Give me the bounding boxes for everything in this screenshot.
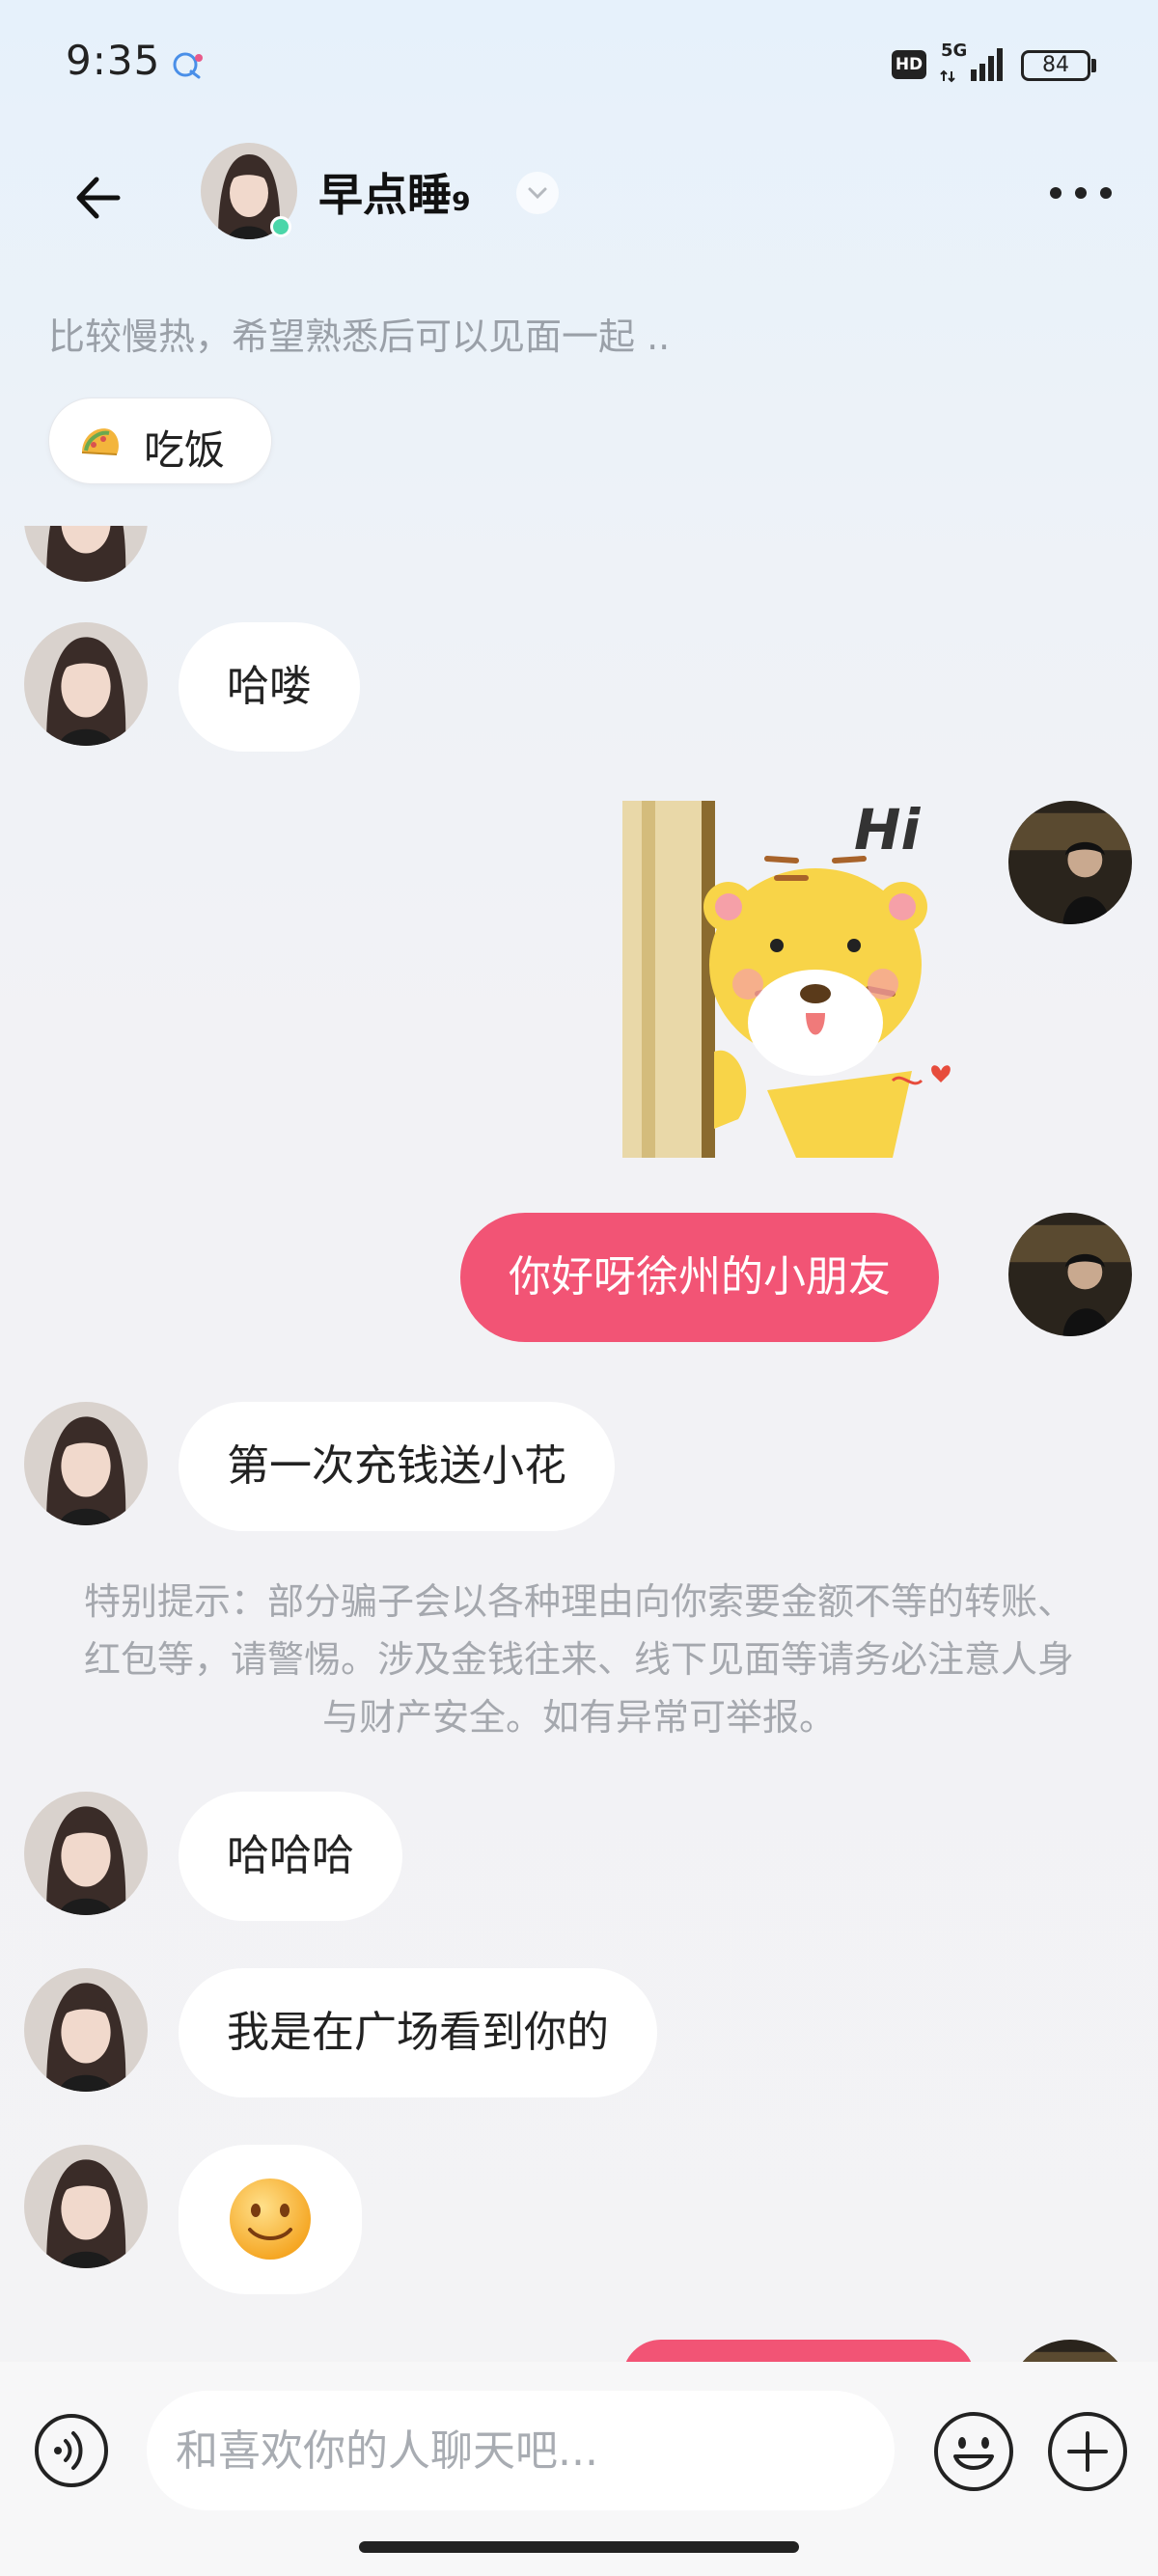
interest-tag-label: 吃饭 xyxy=(144,426,226,474)
contact-avatar-small[interactable] xyxy=(24,1402,148,1525)
contact-avatar-small[interactable] xyxy=(24,622,148,746)
signal-icon xyxy=(940,48,1003,83)
interest-tag[interactable]: 吃饭 xyxy=(48,397,272,484)
sticker-hi-text: Hi xyxy=(854,801,922,863)
taco-icon xyxy=(81,428,119,455)
contact-avatar-small[interactable] xyxy=(24,526,148,582)
status-time: 9:35 xyxy=(66,37,161,84)
message-bubble-incoming[interactable]: 第一次充钱送小花 xyxy=(179,1402,615,1531)
smile-icon xyxy=(230,2179,311,2260)
online-status-dot xyxy=(270,216,291,237)
status-bar: 9:35 HD 5G 84 xyxy=(0,0,1158,135)
message-list[interactable]: 哈喽 Hi 你好呀徐州的小朋友 第一次充钱送小花 特别提示：部分骗子会以各种理由… xyxy=(0,526,1158,2364)
profile-note: 比较慢热，希望熟悉后可以见面一起 .. xyxy=(48,315,671,358)
message-bubble-outgoing-partial[interactable] xyxy=(622,2340,975,2364)
message-notification-icon xyxy=(173,52,203,79)
hd-badge: HD xyxy=(892,50,926,79)
battery-indicator: 84 xyxy=(1021,50,1090,81)
back-arrow-icon[interactable] xyxy=(68,164,135,232)
add-attachment-icon[interactable] xyxy=(1046,2410,1129,2493)
message-bubble-incoming[interactable]: 我是在广场看到你的 xyxy=(179,1968,657,2097)
contact-avatar-small[interactable] xyxy=(24,2145,148,2268)
battery-cap xyxy=(1091,59,1096,72)
message-bubble-outgoing[interactable]: 你好呀徐州的小朋友 xyxy=(460,1213,939,1342)
contact-name[interactable]: 早点睡₉ xyxy=(318,160,471,224)
emoji-picker-icon[interactable] xyxy=(932,2410,1015,2493)
hi-sticker[interactable]: Hi xyxy=(622,801,970,1158)
home-indicator[interactable] xyxy=(359,2541,799,2553)
contact-avatar-small[interactable] xyxy=(24,1968,148,2092)
message-bubble-incoming[interactable]: 哈哈哈 xyxy=(179,1792,402,1921)
message-bubble-incoming[interactable]: 哈喽 xyxy=(179,622,360,752)
battery-level: 84 xyxy=(1042,53,1069,77)
contact-avatar-small[interactable] xyxy=(24,1792,148,1915)
chevron-down-icon[interactable] xyxy=(516,172,559,214)
chat-screen: 9:35 HD 5G 84 早点睡₉ 比较慢热，希望熟悉后可以见面一起 .. 吃… xyxy=(0,0,1158,2576)
more-options-icon[interactable] xyxy=(1042,174,1119,212)
my-avatar[interactable] xyxy=(1008,2340,1132,2364)
my-avatar[interactable] xyxy=(1008,801,1132,924)
my-avatar[interactable] xyxy=(1008,1213,1132,1336)
message-bubble-emoji[interactable] xyxy=(179,2145,362,2294)
message-input[interactable] xyxy=(147,2391,895,2510)
safety-notice: 特别提示：部分骗子会以各种理由向你索要金额不等的转账、红包等，请警惕。涉及金钱往… xyxy=(83,1580,1074,1739)
voice-input-icon[interactable] xyxy=(33,2412,110,2489)
chat-header: 早点睡₉ xyxy=(0,135,1158,260)
tiger-hi-sticker-icon: Hi xyxy=(622,801,951,1158)
